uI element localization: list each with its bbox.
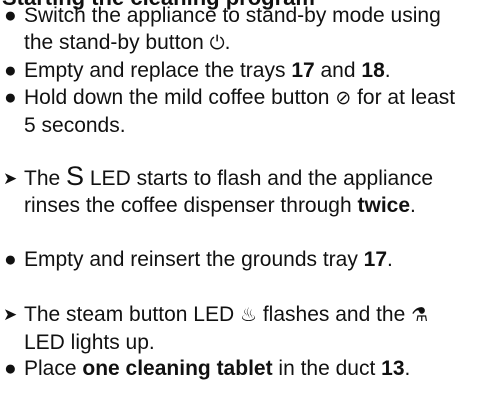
- bullet-icon: ●: [4, 59, 17, 82]
- emphasis-text: one cleaning tablet: [82, 357, 273, 380]
- tray-number: 18: [361, 59, 385, 82]
- bullet-icon: ●: [4, 86, 17, 109]
- list-item-empty-grounds-tray: ● Empty and reinsert the grounds tray 17…: [0, 246, 470, 273]
- list-item-s-led-flashes: ➤ The S LED starts to flash and the appl…: [0, 161, 470, 219]
- list-item-text: Empty and replace the trays 17 and 18.: [24, 59, 391, 82]
- list-item-standby: ● Switch the appliance to stand-by mode …: [0, 2, 470, 57]
- emphasis-text: twice: [357, 194, 411, 217]
- duct-number: 13: [381, 357, 405, 380]
- list-item-text: The steam button LED ♨ flashes and the ⚗…: [24, 303, 429, 354]
- instruction-page: Starting the cleaning program ● Switch t…: [0, 0, 477, 404]
- list-item-text: Place one cleaning tablet in the duct 13…: [24, 357, 411, 380]
- result-arrow-icon: ➤: [3, 305, 18, 325]
- bullet-icon: ●: [4, 4, 17, 27]
- standby-button-icon: ⏻: [209, 32, 225, 54]
- list-item-steam-led-flashes: ➤ The steam button LED ♨ flashes and the…: [0, 301, 470, 356]
- list-item-text: Empty and reinsert the grounds tray 17.: [24, 248, 393, 271]
- cleaning-led-icon: ⚗: [411, 304, 429, 326]
- list-item-place-tablet: ● Place one cleaning tablet in the duct …: [0, 355, 470, 382]
- list-item-text: Hold down the mild coffee button ⊘ for a…: [24, 86, 456, 137]
- result-arrow-icon: ➤: [3, 169, 18, 189]
- bullet-icon: ●: [4, 248, 17, 271]
- list-item-text: Switch the appliance to stand-by mode us…: [24, 4, 441, 54]
- tray-number: 17: [291, 59, 315, 82]
- bullet-icon: ●: [4, 357, 17, 380]
- steam-button-icon: ♨: [239, 304, 257, 326]
- tray-number: 17: [363, 248, 388, 271]
- s-led-symbol: S: [66, 161, 85, 191]
- mild-coffee-button-icon: ⊘: [335, 87, 352, 109]
- list-item-empty-trays: ● Empty and replace the trays 17 and 18.: [0, 57, 470, 84]
- list-item-hold-mild-coffee: ● Hold down the mild coffee button ⊘ for…: [0, 84, 470, 139]
- list-item-text: The S LED starts to flash and the applia…: [24, 161, 434, 218]
